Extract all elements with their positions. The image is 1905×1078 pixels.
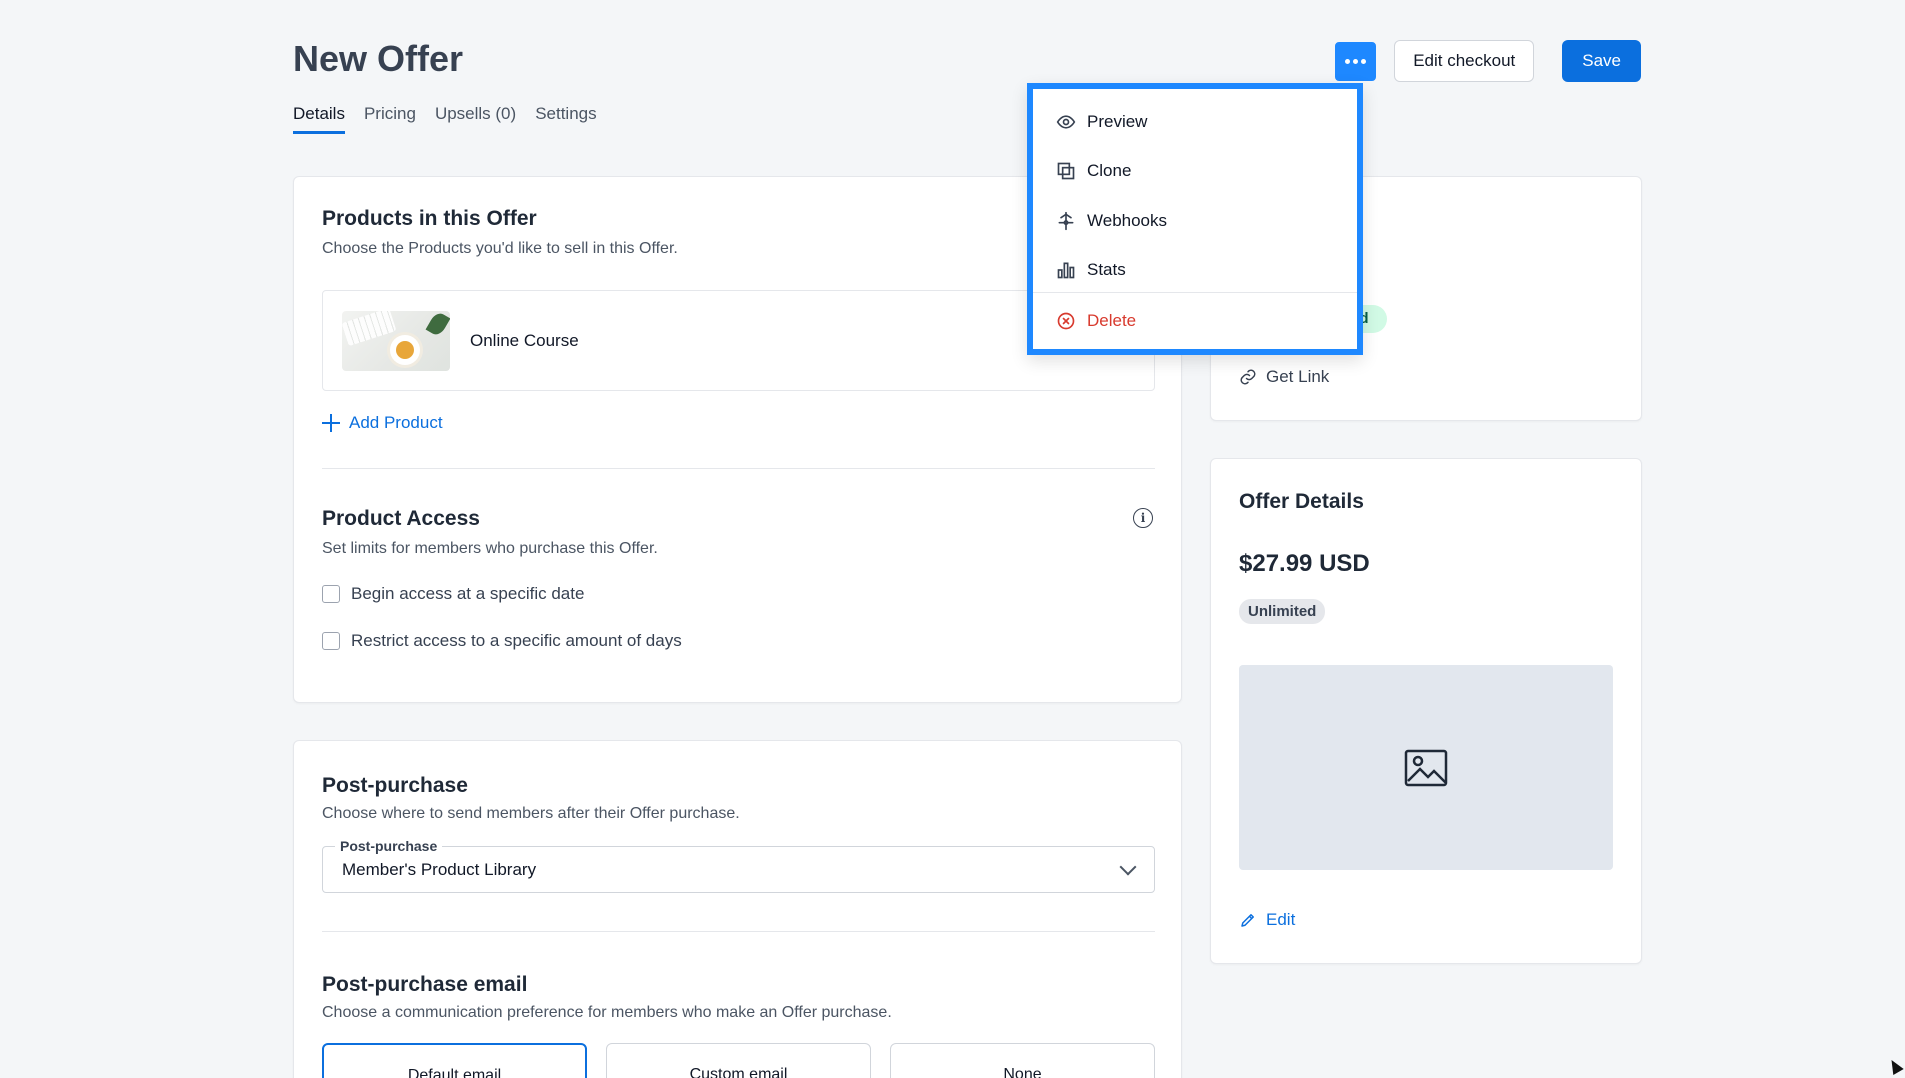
begin-access-checkbox[interactable] — [322, 585, 340, 603]
get-link-button[interactable]: Get Link — [1239, 367, 1329, 387]
x-circle-icon — [1057, 312, 1075, 330]
get-link-label: Get Link — [1266, 367, 1330, 386]
more-horizontal-icon — [1345, 58, 1367, 64]
begin-access-label: Begin access at a specific date — [351, 584, 585, 603]
more-actions-menu: Preview Clone Webhooks Stats Delete — [1027, 83, 1363, 355]
offer-image-placeholder[interactable] — [1239, 665, 1613, 870]
tab-upsells[interactable]: Upsells (0) — [435, 104, 516, 134]
menu-item-label: Preview — [1087, 112, 1148, 131]
menu-item-clone[interactable]: Clone — [1033, 149, 1357, 193]
menu-item-stats[interactable]: Stats — [1033, 248, 1357, 292]
custom-email-option[interactable]: Custom email — [606, 1043, 871, 1078]
info-icon[interactable]: i — [1133, 508, 1153, 528]
save-button[interactable]: Save — [1562, 40, 1641, 82]
tab-bar: Details Pricing Upsells (0) Settings — [293, 104, 597, 134]
edit-offer-details-button[interactable]: Edit — [1239, 910, 1295, 930]
product-name: Online Course — [470, 331, 579, 350]
default-email-option[interactable]: Default email — [322, 1043, 587, 1078]
access-title: Product Access — [322, 507, 480, 530]
post-purchase-email-title: Post-purchase email — [322, 973, 528, 996]
restrict-access-checkbox-row[interactable]: Restrict access to a specific amount of … — [322, 631, 682, 651]
mouse-cursor — [1886, 1056, 1904, 1076]
post-purchase-select-label: Post-purchase — [335, 838, 443, 854]
tab-details[interactable]: Details — [293, 104, 345, 134]
menu-item-preview[interactable]: Preview — [1033, 100, 1357, 144]
begin-access-checkbox-row[interactable]: Begin access at a specific date — [322, 584, 584, 604]
default-email-label: Default email — [407, 1067, 502, 1078]
menu-divider — [1033, 292, 1357, 293]
plus-icon — [322, 414, 340, 432]
link-icon — [1240, 369, 1256, 385]
page-title: New Offer — [293, 38, 464, 79]
post-purchase-email-subtitle: Choose a communication preference for me… — [322, 1004, 892, 1021]
header-actions: Edit checkout Save — [1335, 40, 1641, 82]
divider — [322, 468, 1155, 469]
offer-details-title: Offer Details — [1239, 490, 1364, 513]
tab-settings[interactable]: Settings — [535, 104, 596, 134]
eye-icon — [1056, 115, 1076, 129]
add-product-label: Add Product — [349, 413, 443, 432]
none-email-label: None — [1003, 1066, 1042, 1078]
offer-price: $27.99 USD — [1239, 550, 1370, 577]
menu-item-label: Stats — [1087, 260, 1126, 279]
restrict-access-label: Restrict access to a specific amount of … — [351, 631, 682, 650]
bar-chart-icon — [1057, 262, 1075, 279]
tab-pricing[interactable]: Pricing — [364, 104, 416, 134]
product-thumbnail — [342, 311, 450, 371]
post-purchase-title: Post-purchase — [322, 774, 468, 797]
copy-icon — [1057, 162, 1075, 180]
unlimited-badge: Unlimited — [1239, 599, 1326, 624]
products-title: Products in this Offer — [322, 207, 537, 230]
none-email-option[interactable]: None — [890, 1043, 1155, 1078]
chevron-down-icon — [1119, 858, 1137, 876]
add-product-button[interactable]: Add Product — [322, 413, 443, 433]
menu-item-label: Delete — [1087, 311, 1137, 330]
edit-checkout-button[interactable]: Edit checkout — [1394, 40, 1535, 82]
webhook-icon — [1058, 211, 1074, 231]
menu-item-delete[interactable]: Delete — [1033, 299, 1357, 343]
divider — [322, 931, 1155, 932]
restrict-access-checkbox[interactable] — [322, 632, 340, 650]
products-subtitle: Choose the Products you'd like to sell i… — [322, 240, 678, 257]
post-purchase-card: Post-purchase Choose where to send membe… — [293, 740, 1182, 1078]
edit-label: Edit — [1266, 910, 1296, 929]
access-subtitle: Set limits for members who purchase this… — [322, 540, 658, 557]
offer-details-card: Offer Details $27.99 USD Unlimited Edit — [1210, 458, 1642, 964]
post-purchase-select-value: Member's Product Library — [342, 860, 537, 879]
image-icon — [1404, 749, 1448, 786]
menu-item-label: Clone — [1087, 161, 1132, 180]
custom-email-label: Custom email — [689, 1066, 788, 1078]
menu-item-label: Webhooks — [1087, 211, 1168, 230]
menu-item-webhooks[interactable]: Webhooks — [1033, 199, 1357, 243]
pencil-icon — [1241, 914, 1254, 927]
post-purchase-subtitle: Choose where to send members after their… — [322, 805, 740, 822]
post-purchase-select[interactable]: Post-purchase Member's Product Library — [322, 838, 1155, 893]
more-actions-button[interactable] — [1335, 41, 1377, 81]
